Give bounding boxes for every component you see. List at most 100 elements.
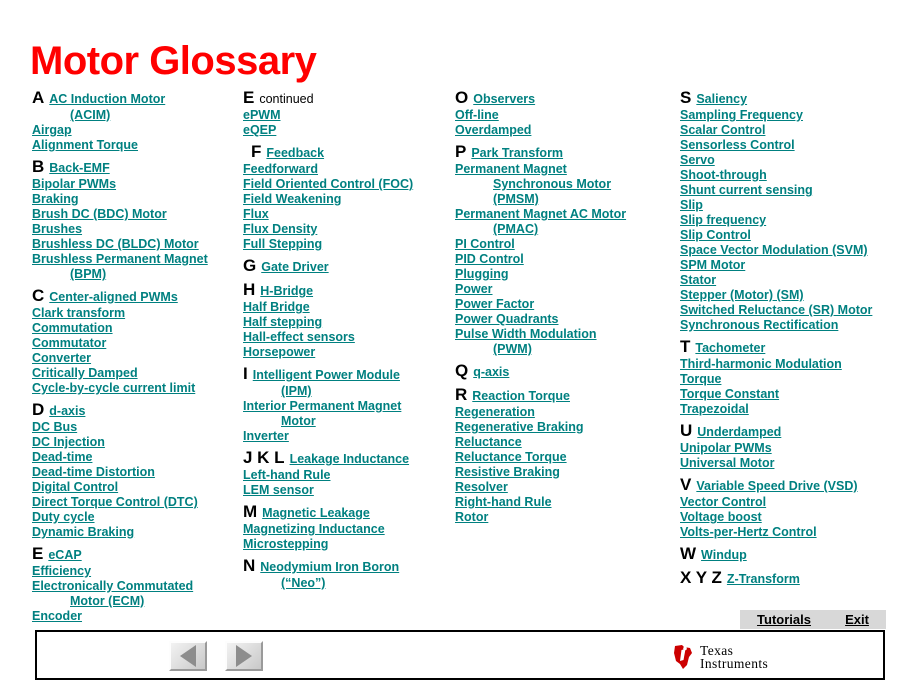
glossary-entry[interactable]: Regeneration [455,405,673,420]
glossary-term-link[interactable]: Gate Driver [261,260,328,274]
glossary-entry[interactable]: Brushless Permanent Magnet [32,252,237,267]
glossary-term-link[interactable]: Underdamped [697,425,781,439]
glossary-term-continuation[interactable]: (IPM) [243,384,453,399]
glossary-entry[interactable]: Commutation [32,321,237,336]
glossary-entry[interactable]: Switched Reluctance (SR) Motor [680,303,908,318]
glossary-entry[interactable]: Braking [32,192,237,207]
glossary-entry[interactable]: Universal Motor [680,456,908,471]
glossary-term-link[interactable]: Variable Speed Drive (VSD) [696,479,857,493]
glossary-entry[interactable]: Critically Damped [32,366,237,381]
glossary-entry[interactable]: Brush DC (BDC) Motor [32,207,237,222]
glossary-entry[interactable]: Power Quadrants [455,312,673,327]
glossary-entry[interactable]: (PWM) [455,342,673,357]
glossary-entry[interactable]: PI Control [455,237,673,252]
glossary-entry[interactable]: Volts-per-Hertz Control [680,525,908,540]
glossary-entry[interactable]: Converter [32,351,237,366]
glossary-term-link[interactable]: Center-aligned PWMs [49,290,178,304]
glossary-entry[interactable]: Synchronous Motor [455,177,673,192]
glossary-term-continuation[interactable]: (ACIM) [32,108,237,123]
glossary-entry[interactable]: Encoder [32,609,237,624]
glossary-term-link[interactable]: eCAP [48,548,81,562]
glossary-entry[interactable]: Efficiency [32,564,237,579]
glossary-entry[interactable]: Shunt current sensing [680,183,908,198]
glossary-entry[interactable]: Electronically Commutated [32,579,237,594]
glossary-entry[interactable]: Stepper (Motor) (SM) [680,288,908,303]
glossary-entry[interactable]: ePWM [243,108,453,123]
glossary-entry[interactable]: Half Bridge [243,300,453,315]
glossary-entry[interactable]: Right-hand Rule [455,495,673,510]
glossary-entry[interactable]: Flux [243,207,453,222]
glossary-entry[interactable]: Unipolar PWMs [680,441,908,456]
glossary-entry[interactable]: Voltage boost [680,510,908,525]
glossary-entry[interactable]: Servo [680,153,908,168]
glossary-term-link[interactable]: AC Induction Motor [49,92,165,106]
glossary-term-link[interactable]: Neodymium Iron Boron [260,560,399,574]
glossary-entry[interactable]: Inverter [243,429,453,444]
glossary-term-link[interactable]: Intelligent Power Module [253,368,400,382]
glossary-term-link[interactable]: Back-EMF [49,161,109,175]
glossary-term-link[interactable]: Park Transform [471,146,563,160]
exit-link[interactable]: Exit [845,612,869,627]
glossary-entry[interactable]: DC Injection [32,435,237,450]
glossary-entry[interactable]: Full Stepping [243,237,453,252]
glossary-entry[interactable]: SPM Motor [680,258,908,273]
glossary-term-link[interactable]: Magnetic Leakage [262,506,370,520]
glossary-term-link[interactable]: Reaction Torque [472,389,570,403]
next-page-button[interactable] [225,641,263,671]
glossary-entry[interactable]: Motor [243,414,453,429]
glossary-entry[interactable]: Magnetizing Inductance [243,522,453,537]
glossary-term-link[interactable]: Tachometer [695,341,765,355]
glossary-entry[interactable]: Plugging [455,267,673,282]
glossary-entry[interactable]: Torque Constant [680,387,908,402]
glossary-entry[interactable]: Scalar Control [680,123,908,138]
glossary-entry[interactable]: Power Factor [455,297,673,312]
glossary-entry[interactable]: Reluctance Torque [455,450,673,465]
glossary-entry[interactable]: Sensorless Control [680,138,908,153]
glossary-entry[interactable]: Power [455,282,673,297]
glossary-entry[interactable]: Vector Control [680,495,908,510]
glossary-term-link[interactable]: Z-Transform [727,572,800,586]
glossary-entry[interactable]: Digital Control [32,480,237,495]
glossary-entry[interactable]: Reluctance [455,435,673,450]
glossary-entry[interactable]: Commutator [32,336,237,351]
glossary-entry[interactable]: Slip frequency [680,213,908,228]
glossary-entry[interactable]: Stator [680,273,908,288]
glossary-entry[interactable]: Torque [680,372,908,387]
glossary-entry[interactable]: Regenerative Braking [455,420,673,435]
glossary-entry[interactable]: Dynamic Braking [32,525,237,540]
glossary-entry[interactable]: Field Weakening [243,192,453,207]
glossary-entry[interactable]: Half stepping [243,315,453,330]
glossary-entry[interactable]: LEM sensor [243,483,453,498]
glossary-entry[interactable]: Bipolar PWMs [32,177,237,192]
glossary-term-link[interactable]: Windup [701,548,747,562]
glossary-term-link[interactable]: Leakage Inductance [290,452,410,466]
glossary-entry[interactable]: Duty cycle [32,510,237,525]
glossary-entry[interactable]: Feedforward [243,162,453,177]
glossary-term-link[interactable]: Feedback [266,146,324,160]
glossary-entry[interactable]: Brushes [32,222,237,237]
glossary-entry[interactable]: Field Oriented Control (FOC) [243,177,453,192]
glossary-entry[interactable]: DC Bus [32,420,237,435]
glossary-entry[interactable]: Motor (ECM) [32,594,237,609]
glossary-entry[interactable]: Rotor [455,510,673,525]
glossary-entry[interactable]: Permanent Magnet [455,162,673,177]
glossary-entry[interactable]: Clark transform [32,306,237,321]
glossary-term-link[interactable]: q-axis [473,365,509,379]
glossary-entry[interactable]: (PMAC) [455,222,673,237]
glossary-entry[interactable]: Brushless DC (BLDC) Motor [32,237,237,252]
glossary-entry[interactable]: Permanent Magnet AC Motor [455,207,673,222]
glossary-term-link[interactable]: Saliency [696,92,747,106]
glossary-entry[interactable]: Alignment Torque [32,138,237,153]
glossary-entry[interactable]: Trapezoidal [680,402,908,417]
glossary-entry[interactable]: (PMSM) [455,192,673,207]
glossary-entry[interactable]: Flux Density [243,222,453,237]
tutorials-link[interactable]: Tutorials [757,612,811,627]
previous-page-button[interactable] [169,641,207,671]
glossary-entry[interactable]: Shoot-through [680,168,908,183]
glossary-entry[interactable]: eQEP [243,123,453,138]
glossary-entry[interactable]: Sampling Frequency [680,108,908,123]
glossary-entry[interactable]: Resolver [455,480,673,495]
glossary-entry[interactable]: Interior Permanent Magnet [243,399,453,414]
glossary-entry[interactable]: PID Control [455,252,673,267]
glossary-entry[interactable]: (BPM) [32,267,237,282]
